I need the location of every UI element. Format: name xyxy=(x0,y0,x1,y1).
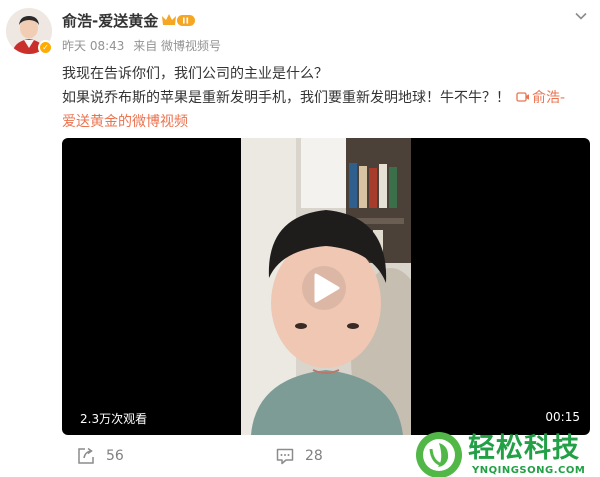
comment-icon xyxy=(276,448,294,465)
chevron-down-icon[interactable] xyxy=(573,8,589,24)
post-text-line-1: 我现在告诉你们，我们公司的主业是什么？ xyxy=(62,66,328,82)
repost-icon xyxy=(78,447,94,464)
video-link-icon xyxy=(516,92,529,102)
verified-badge-icon: ✓ xyxy=(38,40,53,55)
watermark-logo-icon xyxy=(416,432,462,477)
post-text-line-2: 如果说乔布斯的苹果是重新发明手机，我们要重新发明地球！牛不牛？！ xyxy=(62,90,510,106)
watermark: 轻松科技 YNQINGSONG.COM xyxy=(416,432,600,477)
video-player[interactable]: 2.3万次观看 00:15 xyxy=(62,138,590,435)
watermark-domain: YNQINGSONG.COM xyxy=(472,465,586,476)
post-text: 我现在告诉你们，我们公司的主业是什么？ 如果说乔布斯的苹果是重新发明手机，我们要… xyxy=(62,62,594,134)
repost-count: 56 xyxy=(106,448,124,464)
repost-button[interactable]: 56 xyxy=(76,444,124,468)
video-view-count: 2.3万次观看 xyxy=(80,412,148,426)
post-time[interactable]: 昨天 08:43 xyxy=(62,39,124,53)
video-duration: 00:15 xyxy=(545,410,580,424)
comment-count: 28 xyxy=(305,448,323,464)
comment-button[interactable]: 28 xyxy=(275,444,323,468)
rank-badge-icon[interactable] xyxy=(160,11,196,29)
video-link-part-2[interactable]: 爱送黄金的微博视频 xyxy=(62,114,188,130)
author-name[interactable]: 俞浩-爱送黄金 xyxy=(62,10,158,31)
watermark-title: 轻松科技 xyxy=(468,433,580,464)
post-meta: 昨天 08:43 来自 微博视频号 xyxy=(62,37,226,54)
post-source: 来自 微博视频号 xyxy=(133,39,222,53)
play-icon[interactable] xyxy=(302,266,346,310)
video-link-part-1[interactable]: 俞浩- xyxy=(532,90,565,106)
